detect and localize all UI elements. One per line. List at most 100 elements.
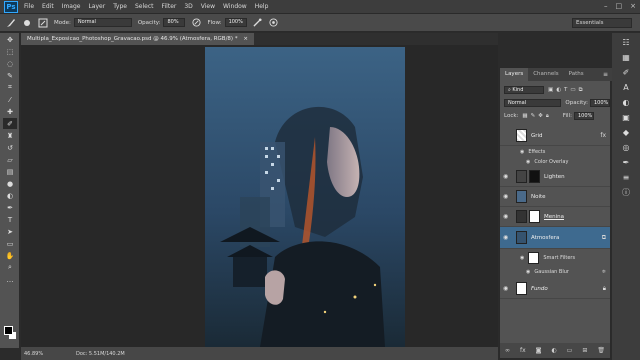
- minimize-button[interactable]: –: [604, 2, 608, 10]
- menu-3d[interactable]: 3D: [184, 3, 192, 10]
- layer-row-noite[interactable]: ◉ Noite: [500, 187, 610, 207]
- effect-color-overlay[interactable]: ◉ Color Overlay: [500, 157, 610, 167]
- layer-opacity-field[interactable]: 100%: [590, 99, 610, 107]
- visibility-eye-icon[interactable]: ◉: [503, 285, 512, 292]
- layer-row-menina[interactable]: ◉ Menina: [500, 207, 610, 227]
- eye-icon[interactable]: ◉: [526, 269, 530, 275]
- adjustment-layer-icon[interactable]: ◐: [551, 347, 556, 354]
- blur-tool-icon[interactable]: ●: [3, 178, 17, 189]
- close-button[interactable]: ×: [630, 2, 636, 10]
- visibility-eye-icon[interactable]: ◉: [503, 173, 512, 180]
- hand-tool-icon[interactable]: ✋: [3, 250, 17, 261]
- path-select-tool-icon[interactable]: ➤: [3, 226, 17, 237]
- lasso-tool-icon[interactable]: ◌: [3, 58, 17, 69]
- layer-row-fundo[interactable]: ◉ Fundo 🔒︎: [500, 279, 610, 299]
- foreground-color-swatch[interactable]: [4, 326, 13, 335]
- brush-tool-icon[interactable]: [6, 18, 16, 28]
- history-panel-icon[interactable]: ☷: [617, 36, 635, 48]
- styles-panel-icon[interactable]: ▣: [617, 111, 635, 123]
- eraser-tool-icon[interactable]: ▱: [3, 154, 17, 165]
- brush-panel-toggle-icon[interactable]: [38, 18, 48, 28]
- effects-row[interactable]: ◉ Effects: [500, 147, 610, 157]
- menu-select[interactable]: Select: [135, 3, 154, 10]
- layer-mask-thumbnail[interactable]: [529, 210, 540, 223]
- delete-layer-icon[interactable]: 🗑︎: [597, 347, 605, 354]
- menu-type[interactable]: Type: [113, 3, 127, 10]
- layer-row-lighten[interactable]: ◉ Lighten: [500, 167, 610, 187]
- lock-position-icon[interactable]: ✥: [538, 113, 543, 119]
- tab-layers[interactable]: Layers: [500, 68, 529, 81]
- properties-panel-icon[interactable]: ≡: [617, 171, 635, 183]
- flow-field[interactable]: 100%: [224, 18, 247, 27]
- pressure-size-icon[interactable]: [269, 18, 279, 28]
- opacity-field[interactable]: 80%: [163, 18, 186, 27]
- lock-pixels-icon[interactable]: ✎: [531, 113, 536, 119]
- link-layers-icon[interactable]: ∞: [505, 347, 510, 354]
- smart-filters-row[interactable]: ◉ Smart Filters: [500, 249, 610, 267]
- eye-icon[interactable]: ◉: [526, 159, 530, 165]
- layer-row-atmosfera[interactable]: ◉ Atmosfera ⧉: [500, 227, 610, 249]
- pen-tool-icon[interactable]: ✒: [3, 202, 17, 213]
- marquee-tool-icon[interactable]: ⬚: [3, 46, 17, 57]
- channels-panel-icon[interactable]: ◎: [617, 141, 635, 153]
- gradient-tool-icon[interactable]: ▤: [3, 166, 17, 177]
- visibility-eye-icon[interactable]: ◉: [503, 193, 512, 200]
- menu-filter[interactable]: Filter: [162, 3, 177, 10]
- add-mask-icon[interactable]: ◙: [536, 347, 542, 354]
- brush-tool-icon[interactable]: ✐: [3, 118, 17, 129]
- layer-name[interactable]: Atmosfera: [531, 235, 559, 241]
- filter-shape-icon[interactable]: ▭: [570, 87, 575, 93]
- eyedropper-tool-icon[interactable]: ⁄: [3, 94, 17, 105]
- layer-mask-thumbnail[interactable]: [529, 170, 540, 183]
- swatches-panel-icon[interactable]: ▦: [617, 51, 635, 63]
- visibility-eye-icon[interactable]: ◉: [503, 213, 512, 220]
- brush-preset-icon[interactable]: [22, 18, 32, 28]
- move-tool-icon[interactable]: ✥: [3, 34, 17, 45]
- menu-layer[interactable]: Layer: [88, 3, 105, 10]
- paths-panel-icon[interactable]: ✒: [617, 156, 635, 168]
- healing-tool-icon[interactable]: ✚: [3, 106, 17, 117]
- layer-name[interactable]: Grid: [531, 133, 543, 139]
- eye-icon[interactable]: ◉: [520, 149, 524, 155]
- quick-select-tool-icon[interactable]: ✎: [3, 70, 17, 81]
- type-tool-icon[interactable]: T: [3, 214, 17, 225]
- menu-window[interactable]: Window: [223, 3, 247, 10]
- layer-name[interactable]: Noite: [531, 194, 546, 200]
- layer-name[interactable]: Fundo: [531, 286, 548, 292]
- zoom-level[interactable]: 46.89%: [24, 351, 46, 357]
- zoom-tool-icon[interactable]: ⌕: [3, 262, 17, 273]
- dodge-tool-icon[interactable]: ◐: [3, 190, 17, 201]
- layer-name[interactable]: Lighten: [544, 174, 565, 180]
- brush-panel-icon[interactable]: ✐: [617, 66, 635, 78]
- filter-pixel-icon[interactable]: ▣: [548, 87, 553, 93]
- shape-tool-icon[interactable]: ▭: [3, 238, 17, 249]
- adjustments-panel-icon[interactable]: ◐: [617, 96, 635, 108]
- mode-select[interactable]: Normal: [73, 18, 132, 27]
- visibility-eye-icon[interactable]: ◉: [503, 234, 512, 241]
- crop-tool-icon[interactable]: ⌗: [3, 82, 17, 93]
- fill-field[interactable]: 100%: [573, 112, 594, 120]
- filter-type-icon[interactable]: T: [564, 87, 567, 93]
- add-style-icon[interactable]: fx: [520, 347, 526, 354]
- tab-paths[interactable]: Paths: [564, 68, 589, 81]
- more-tools-icon[interactable]: …: [3, 274, 17, 285]
- lock-all-icon[interactable]: 🔒︎: [546, 113, 549, 120]
- layer-name[interactable]: Menina: [544, 214, 564, 220]
- layer-filter-kind[interactable]: ⌕ Kind: [504, 86, 544, 94]
- lock-transparent-icon[interactable]: ▦: [522, 113, 527, 119]
- panel-menu-icon[interactable]: ≡: [603, 71, 608, 78]
- smart-filter-mask-thumbnail[interactable]: [528, 252, 540, 264]
- pressure-opacity-icon[interactable]: [191, 18, 201, 28]
- menu-help[interactable]: Help: [255, 3, 269, 10]
- eye-icon[interactable]: ◉: [520, 255, 524, 261]
- history-brush-tool-icon[interactable]: ↺: [3, 142, 17, 153]
- filter-smart-icon[interactable]: ⧉: [579, 87, 583, 94]
- close-tab-icon[interactable]: ×: [243, 36, 248, 42]
- menu-file[interactable]: File: [24, 3, 34, 10]
- clone-stamp-tool-icon[interactable]: ♜: [3, 130, 17, 141]
- workspace-select[interactable]: Essentials: [572, 18, 632, 28]
- character-panel-icon[interactable]: A: [617, 81, 635, 93]
- menu-view[interactable]: View: [201, 3, 215, 10]
- menu-edit[interactable]: Edit: [42, 3, 54, 10]
- info-panel-icon[interactable]: ⓘ: [617, 186, 635, 198]
